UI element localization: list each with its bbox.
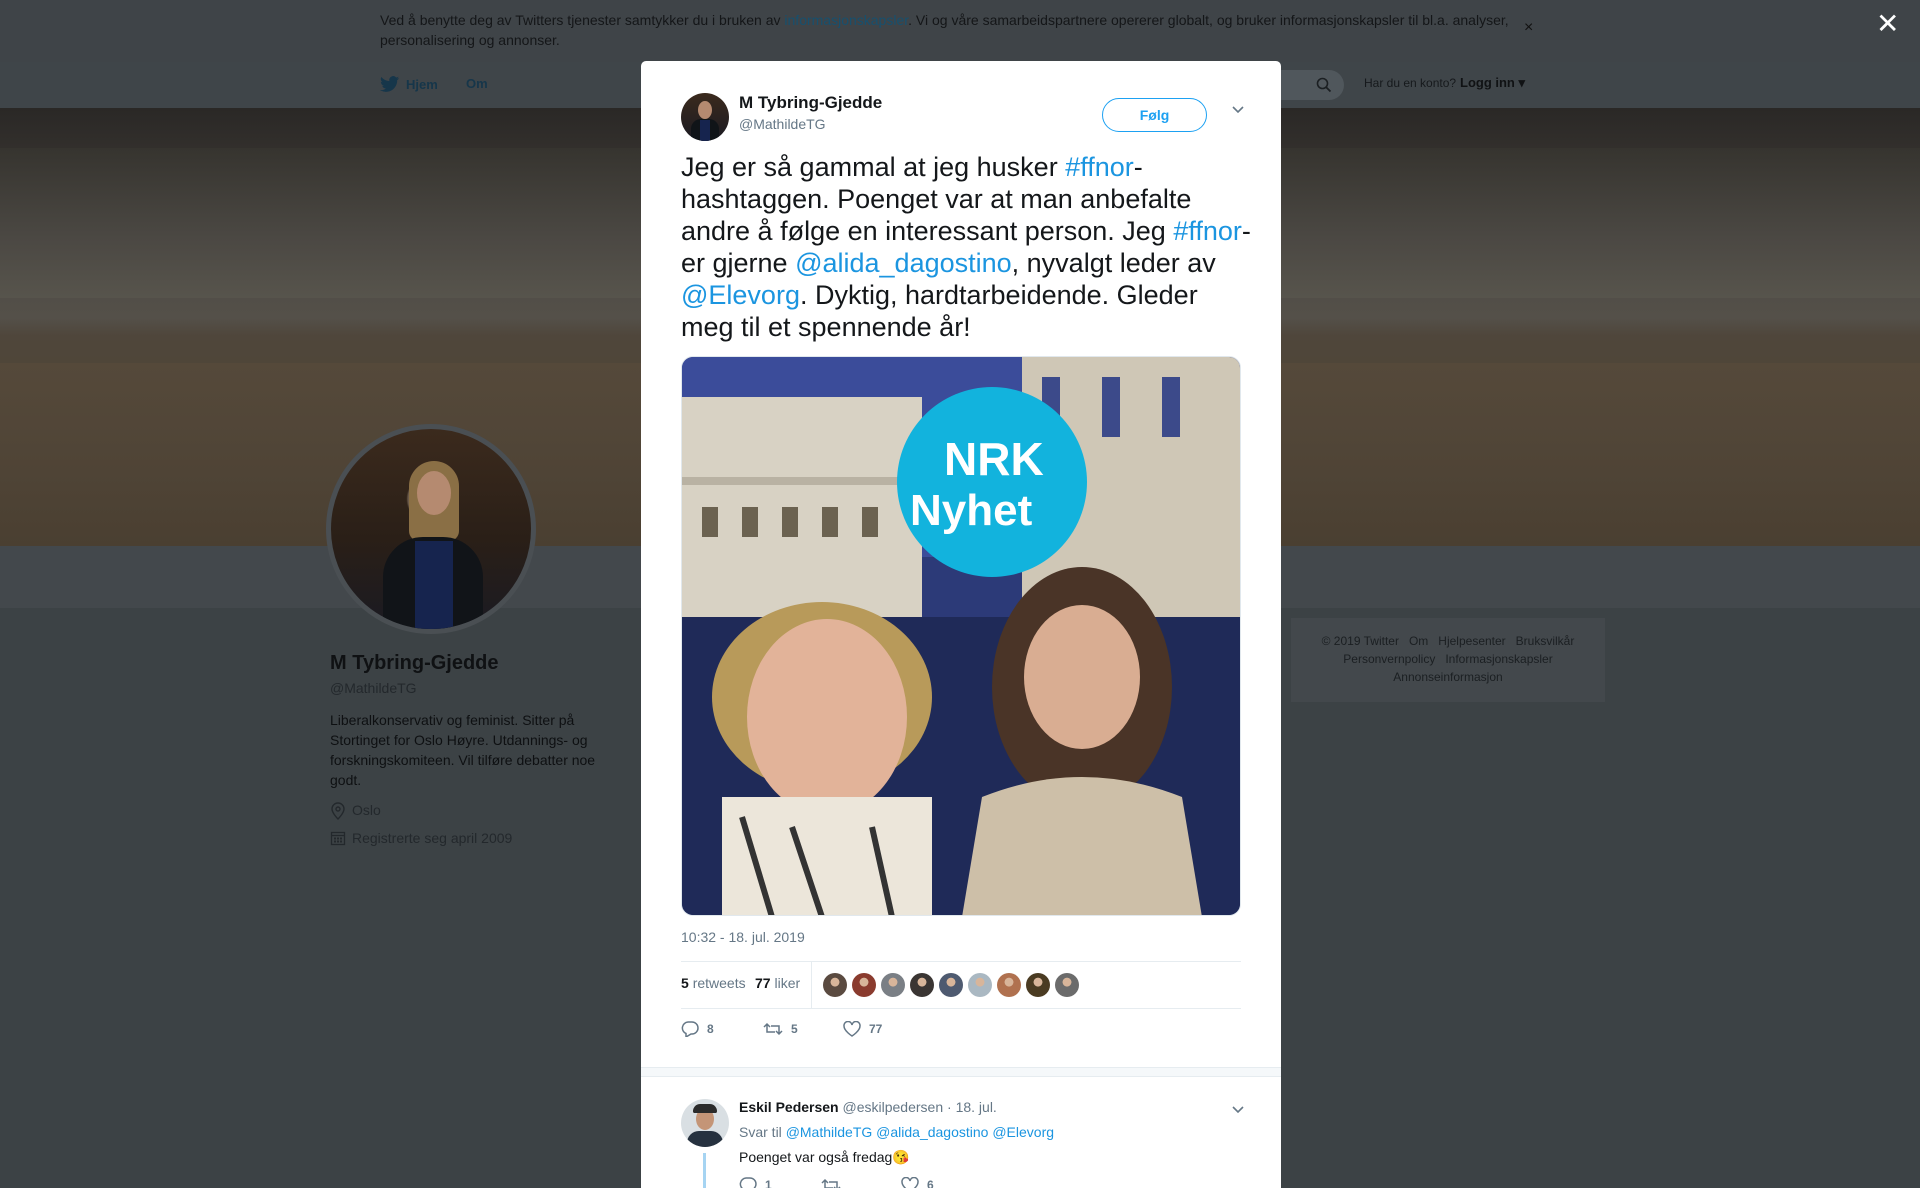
- nav-home[interactable]: Hjem: [380, 76, 438, 93]
- mention-link[interactable]: @Elevorg: [992, 1124, 1054, 1140]
- liker-avatar[interactable]: [823, 973, 847, 997]
- cookie-link[interactable]: informasjonskapsler: [784, 12, 908, 28]
- reply-header: Eskil Pedersen @eskilpedersen · 18. jul.: [739, 1099, 997, 1115]
- reply-icon: [739, 1177, 757, 1188]
- liker-avatar[interactable]: [997, 973, 1021, 997]
- liker-avatar[interactable]: [1055, 973, 1079, 997]
- liker-avatar[interactable]: [881, 973, 905, 997]
- reply-reply-action[interactable]: 1: [739, 1177, 772, 1188]
- retweet-icon: [763, 1022, 783, 1036]
- reply-like-action[interactable]: 6: [901, 1177, 934, 1188]
- tweet-author-handle[interactable]: @MathildeTG: [739, 116, 826, 132]
- footer-links: © 2019 Twitter Om Hjelpesenter Bruksvilkår …: [1291, 618, 1605, 702]
- mention-link[interactable]: @alida_dagostino: [795, 248, 1012, 278]
- liker-avatar[interactable]: [910, 973, 934, 997]
- tweet-timestamp[interactable]: 10:32 - 18. jul. 2019: [681, 929, 805, 945]
- sign-text-2: Nyhet: [910, 486, 1033, 535]
- tweet-text: Jeg er så gammal at jeg husker #ffnor-ha…: [681, 152, 1251, 342]
- reply-tweet[interactable]: Eskil Pedersen @eskilpedersen · 18. jul.…: [641, 1077, 1281, 1188]
- liker-avatar[interactable]: [968, 973, 992, 997]
- mention-link[interactable]: @alida_dagostino: [876, 1124, 988, 1140]
- follow-button[interactable]: Følg: [1102, 98, 1207, 132]
- footer-terms[interactable]: Bruksvilkår: [1516, 634, 1575, 648]
- location-pin-icon: [331, 802, 345, 820]
- footer-about[interactable]: Om: [1409, 634, 1428, 648]
- profile-joined: Registrerte seg april 2009: [330, 830, 512, 846]
- cookie-text: Ved å benytte deg av Twitters tjenester …: [380, 12, 1509, 48]
- search-icon: [1316, 77, 1332, 93]
- hashtag-link[interactable]: #ffnor: [1065, 152, 1134, 182]
- mention-link[interactable]: @MathildeTG: [786, 1124, 873, 1140]
- retweet-stat[interactable]: 5 retweets: [681, 975, 746, 991]
- heart-icon: [901, 1177, 919, 1188]
- tweet-actions: 8 5 77: [681, 1019, 1241, 1043]
- chevron-down-icon[interactable]: [1231, 1105, 1245, 1115]
- nav-about[interactable]: Om: [466, 76, 488, 91]
- profile-location: Oslo: [330, 802, 381, 820]
- section-separator: [641, 1067, 1281, 1077]
- kiss-emoji: 😘: [892, 1149, 910, 1165]
- reply-icon: [681, 1021, 699, 1037]
- like-action[interactable]: 77: [843, 1021, 882, 1037]
- mention-link[interactable]: @Elevorg: [681, 280, 800, 310]
- profile-bio: Liberalkonservativ og feminist. Sitter p…: [330, 712, 596, 788]
- calendar-icon: [330, 831, 346, 846]
- close-overlay-icon[interactable]: ✕: [1876, 10, 1899, 38]
- liker-avatar[interactable]: [852, 973, 876, 997]
- tweet-author-avatar[interactable]: [681, 93, 729, 141]
- profile-name[interactable]: M Tybring-Gjedde: [330, 652, 499, 675]
- reply-date[interactable]: · 18. jul.: [947, 1099, 997, 1115]
- reply-author-handle[interactable]: @eskilpedersen: [843, 1099, 944, 1115]
- selfie-image: NRK Nyhet: [682, 357, 1240, 915]
- footer-cookies[interactable]: Informasjonskapsler: [1445, 652, 1552, 666]
- cookie-banner: Ved å benytte deg av Twitters tjenester …: [0, 0, 1920, 62]
- footer-copyright: © 2019 Twitter: [1321, 634, 1399, 648]
- reply-to: Svar til @MathildeTG @alida_dagostino @E…: [739, 1124, 1055, 1140]
- liker-avatar[interactable]: [1026, 973, 1050, 997]
- tweet-photo[interactable]: NRK Nyhet: [681, 356, 1241, 916]
- retweet-icon: [821, 1178, 841, 1188]
- liker-avatar[interactable]: [939, 973, 963, 997]
- tweet-modal: M Tybring-Gjedde @MathildeTG Følg Jeg er…: [641, 61, 1281, 1188]
- liker-avatars: [823, 973, 1079, 997]
- tweet-author-name[interactable]: M Tybring-Gjedde: [739, 93, 882, 113]
- reply-actions: 1 6: [739, 1177, 1039, 1188]
- sign-text-1: NRK: [944, 433, 1044, 485]
- reply-text: Poenget var også fredag😘: [739, 1149, 910, 1165]
- like-stat[interactable]: 77 liker: [755, 975, 800, 991]
- reply-author-name[interactable]: Eskil Pedersen: [739, 1099, 839, 1115]
- footer-ads[interactable]: Annonseinformasjon: [1393, 670, 1502, 684]
- reply-action[interactable]: 8: [681, 1021, 714, 1037]
- stats-divider: [811, 962, 812, 1008]
- footer-privacy[interactable]: Personvernpolicy: [1343, 652, 1435, 666]
- retweet-action[interactable]: 5: [763, 1021, 798, 1037]
- page: Ved å benytte deg av Twitters tjenester …: [0, 0, 1920, 1188]
- reply-author-avatar[interactable]: [681, 1099, 729, 1147]
- heart-icon: [843, 1021, 861, 1037]
- reply-retweet-action[interactable]: [821, 1177, 849, 1188]
- footer-help[interactable]: Hjelpesenter: [1438, 634, 1505, 648]
- tweet-stats: 5 retweets 77 liker: [681, 961, 1241, 1009]
- profile-handle[interactable]: @MathildeTG: [330, 680, 417, 696]
- chevron-down-icon[interactable]: [1231, 105, 1245, 115]
- account-prompt: Har du en konto?: [1364, 76, 1457, 90]
- hashtag-link[interactable]: #ffnor: [1173, 216, 1242, 246]
- login-link[interactable]: Logg inn ▾: [1460, 75, 1525, 91]
- twitter-bird-icon: [380, 76, 400, 92]
- nav-home-label: Hjem: [406, 77, 438, 92]
- thread-line: [703, 1153, 706, 1188]
- profile-avatar[interactable]: [326, 424, 536, 634]
- cookie-close-button[interactable]: ×: [1524, 18, 1533, 38]
